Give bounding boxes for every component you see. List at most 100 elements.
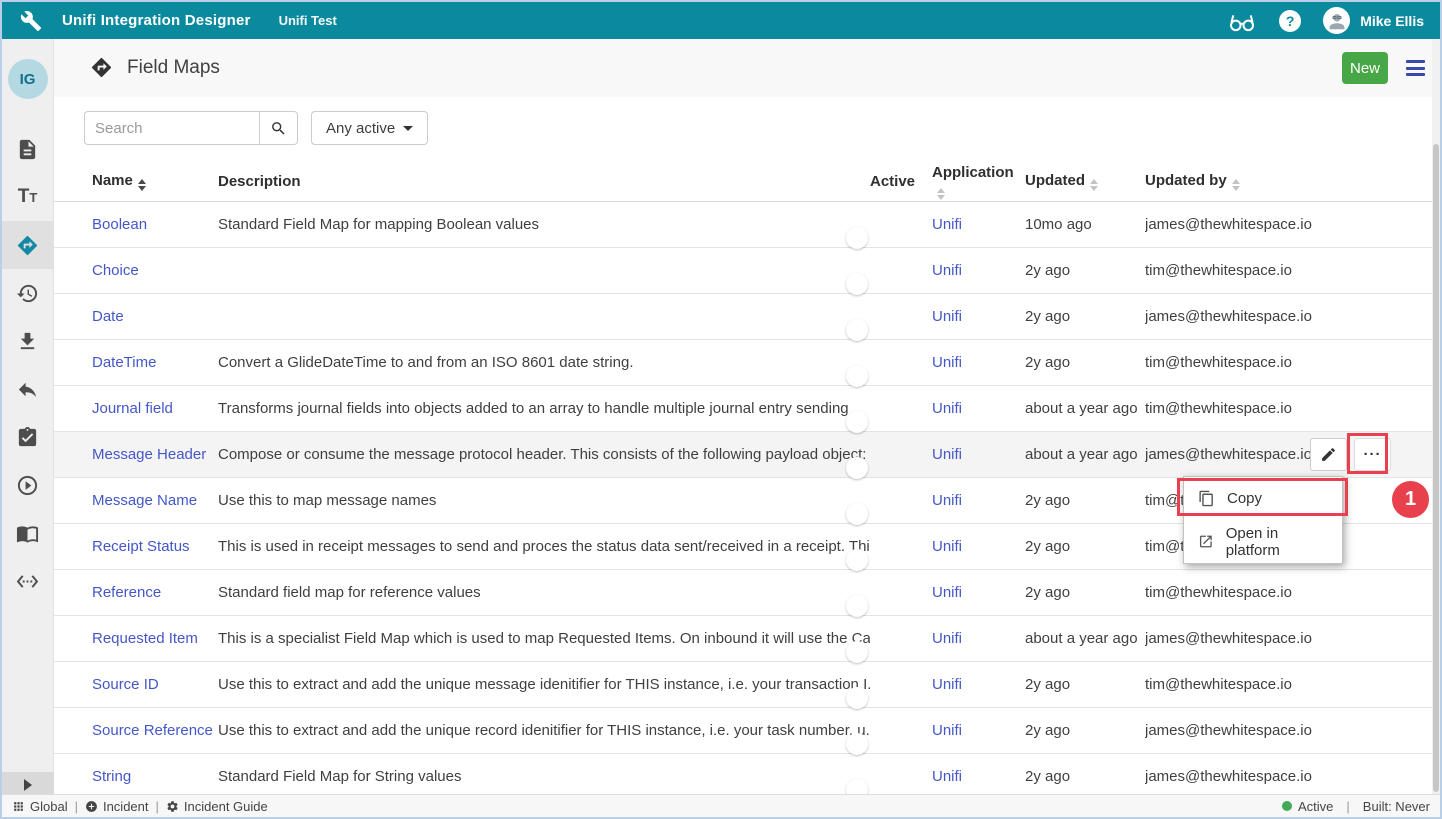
column-header-updated[interactable]: Updated	[1025, 172, 1145, 191]
sidebar-item-tasks[interactable]	[2, 413, 54, 461]
more-actions-button[interactable]: ···	[1354, 438, 1391, 471]
updated-by-value: tim@thewhitespace.io	[1145, 354, 1436, 371]
grid-icon	[12, 800, 25, 813]
avatar	[1323, 7, 1350, 34]
search-input[interactable]	[84, 111, 259, 145]
column-header-name[interactable]: Name	[92, 172, 218, 191]
vertical-scrollbar[interactable]	[1432, 39, 1440, 798]
new-button[interactable]: New	[1342, 52, 1388, 84]
field-map-name-link[interactable]: String	[92, 768, 131, 785]
application-link[interactable]: Unifi	[932, 768, 962, 785]
field-map-name-link[interactable]: Requested Item	[92, 630, 198, 647]
app-window: Unifi Integration Designer Unifi Test ? …	[0, 0, 1442, 819]
field-map-description: Standard Field Map for mapping Boolean v…	[218, 216, 870, 233]
application-link[interactable]: Unifi	[932, 538, 962, 555]
sort-icon	[138, 179, 146, 191]
sidebar-item-run[interactable]	[2, 461, 54, 509]
pencil-icon	[1320, 446, 1337, 463]
field-map-name-link[interactable]: Message Header	[92, 446, 206, 463]
field-map-name-link[interactable]: Reference	[92, 584, 161, 601]
field-map-name-link[interactable]: Source ID	[92, 676, 159, 693]
application-link[interactable]: Unifi	[932, 216, 962, 233]
application-link[interactable]: Unifi	[932, 262, 962, 279]
search-button[interactable]	[259, 111, 298, 145]
built-label: Built: Never	[1363, 799, 1430, 814]
sidebar-item-download[interactable]	[2, 317, 54, 365]
menu-item-copy[interactable]: Copy	[1184, 477, 1342, 520]
table-row: Journal field Transforms journal fields …	[54, 386, 1436, 432]
column-header-application[interactable]: Application	[932, 164, 1025, 200]
updated-value: 2y ago	[1025, 676, 1145, 693]
column-header-description[interactable]: Description	[218, 173, 870, 190]
scope-label: Global	[30, 799, 68, 814]
table-row: Message Header Compose or consume the me…	[54, 432, 1436, 478]
sidebar-item-history[interactable]	[2, 269, 54, 317]
field-map-name-link[interactable]: Receipt Status	[92, 538, 190, 555]
field-map-name-link[interactable]: Source Reference	[92, 722, 213, 739]
sidebar-item-reply[interactable]	[2, 365, 54, 413]
updated-by-value: tim@thewhitespace.io	[1145, 676, 1436, 693]
application-link[interactable]: Unifi	[932, 446, 962, 463]
sidebar-item-text[interactable]: TT	[2, 173, 54, 221]
user-menu[interactable]: Mike Ellis	[1323, 7, 1424, 34]
table-header: Name Description Active Application Upda…	[54, 162, 1436, 202]
scope-selector[interactable]: Global	[12, 799, 68, 814]
sidebar-item-docs[interactable]	[2, 509, 54, 557]
table-row: Source ID Use this to extract and add th…	[54, 662, 1436, 708]
column-header-active[interactable]: Active	[870, 173, 932, 190]
field-map-description: This is used in receipt messages to send…	[218, 538, 870, 555]
field-map-name-link[interactable]: Date	[92, 308, 124, 325]
chevron-right-icon	[24, 779, 32, 791]
application-link[interactable]: Unifi	[932, 354, 962, 371]
sidebar-item-documents[interactable]	[2, 125, 54, 173]
glasses-icon[interactable]	[1227, 6, 1257, 36]
tasks-icon	[16, 426, 39, 449]
chevron-down-icon	[403, 126, 413, 131]
menu-item-open-in-platform[interactable]: Open in platform	[1184, 520, 1342, 563]
menu-icon[interactable]	[1406, 60, 1425, 76]
page-title: Field Maps	[127, 57, 220, 79]
updated-value: about a year ago	[1025, 446, 1145, 463]
field-map-description: Use this to extract and add the unique m…	[218, 676, 870, 693]
guide-selector[interactable]: Incident Guide	[166, 799, 268, 814]
updated-by-value: tim@thewhitespace.io	[1145, 400, 1436, 417]
field-map-name-link[interactable]: Choice	[92, 262, 139, 279]
application-link[interactable]: Unifi	[932, 400, 962, 417]
workspace-avatar[interactable]: IG	[8, 59, 48, 99]
sidebar-item-code[interactable]	[2, 557, 54, 605]
open-in-new-icon	[1198, 533, 1214, 550]
updated-value: 2y ago	[1025, 262, 1145, 279]
edit-button[interactable]	[1310, 438, 1347, 471]
search-icon	[270, 120, 287, 137]
field-map-name-link[interactable]: Journal field	[92, 400, 173, 417]
sort-icon	[1232, 179, 1240, 191]
sidebar-item-field-maps[interactable]	[2, 221, 54, 269]
scrollbar-thumb[interactable]	[1433, 144, 1439, 792]
column-header-updated-by[interactable]: Updated by	[1145, 172, 1436, 191]
app-selector[interactable]: Incident	[85, 799, 149, 814]
field-map-name-link[interactable]: Boolean	[92, 216, 147, 233]
reply-icon	[16, 378, 39, 401]
page-header: Field Maps New	[54, 39, 1442, 97]
application-link[interactable]: Unifi	[932, 584, 962, 601]
application-link[interactable]: Unifi	[932, 630, 962, 647]
field-map-name-link[interactable]: DateTime	[92, 354, 156, 371]
updated-value: 2y ago	[1025, 354, 1145, 371]
copy-icon	[1198, 490, 1215, 507]
application-link[interactable]: Unifi	[932, 676, 962, 693]
active-filter-dropdown[interactable]: Any active	[311, 111, 428, 145]
field-map-name-link[interactable]: Message Name	[92, 492, 197, 509]
updated-by-value: james@thewhitespace.io	[1145, 216, 1436, 233]
application-link[interactable]: Unifi	[932, 492, 962, 509]
updated-by-value: james@thewhitespace.io	[1145, 722, 1436, 739]
help-icon[interactable]: ?	[1279, 10, 1301, 32]
field-map-description: Compose or consume the message protocol …	[218, 446, 870, 463]
application-link[interactable]: Unifi	[932, 308, 962, 325]
updated-by-value: james@thewhitespace.io	[1145, 768, 1436, 785]
updated-value: 2y ago	[1025, 584, 1145, 601]
text-icon: TT	[18, 186, 38, 208]
updated-by-value: james@thewhitespace.io	[1145, 630, 1436, 647]
updated-value: 2y ago	[1025, 768, 1145, 785]
application-link[interactable]: Unifi	[932, 722, 962, 739]
sort-icon	[1090, 179, 1098, 191]
